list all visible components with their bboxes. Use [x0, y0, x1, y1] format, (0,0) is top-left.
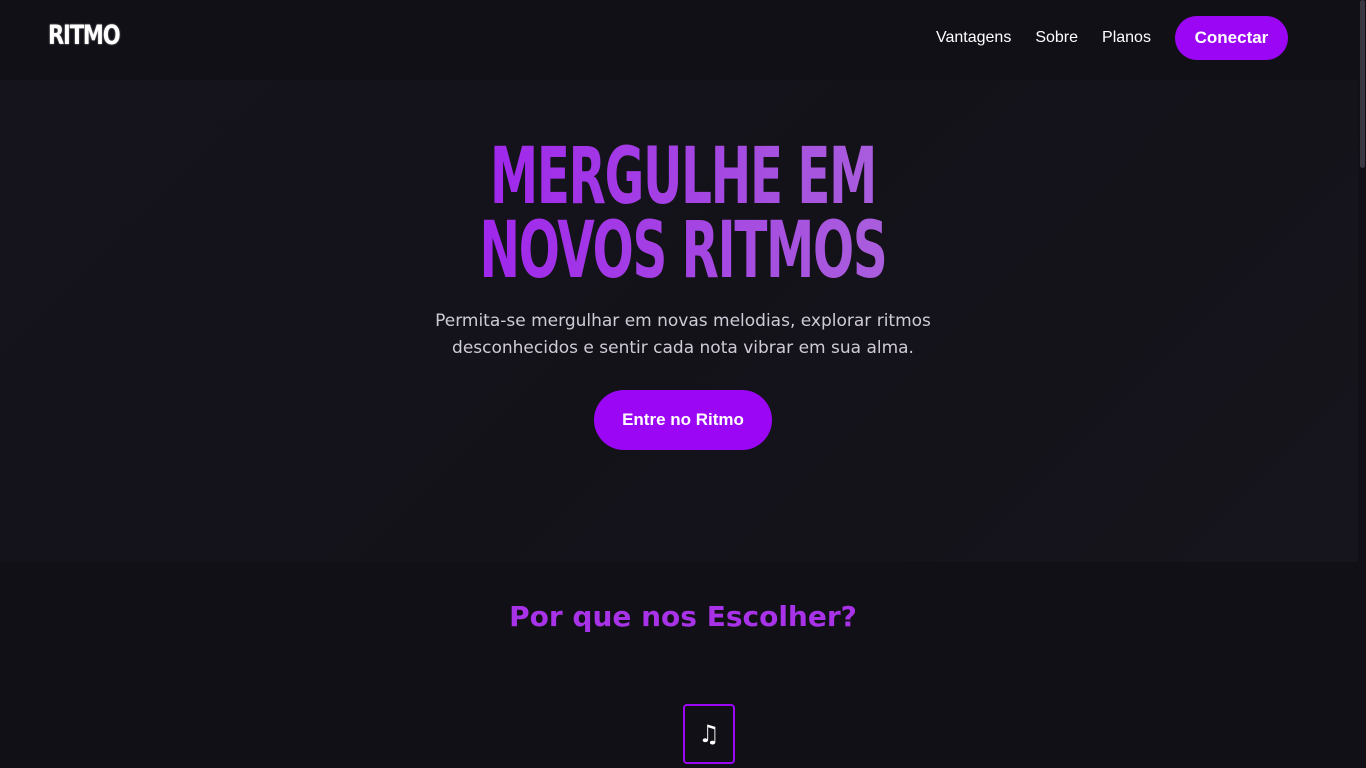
- hero-subtitle-line-2: desconhecidos e sentir cada nota vibrar …: [452, 338, 914, 358]
- main-nav: Vantagens Sobre Planos Conectar: [936, 16, 1288, 60]
- hero-subtitle: Permita-se mergulhar em novas melodias, …: [0, 308, 1366, 362]
- music-note-icon: ♫: [698, 720, 720, 748]
- hero-subtitle-line-1: Permita-se mergulhar em novas melodias, …: [435, 311, 931, 331]
- hero-section: MERGULHE EM NOVOS RITMOS Permita-se merg…: [0, 80, 1358, 562]
- site-header: RITMO Vantagens Sobre Planos Conectar: [0, 0, 1358, 80]
- nav-link-vantagens[interactable]: Vantagens: [936, 29, 1011, 47]
- nav-link-planos[interactable]: Planos: [1102, 29, 1151, 47]
- connect-button[interactable]: Conectar: [1174, 16, 1288, 60]
- hero-title: MERGULHE EM NOVOS RITMOS: [260, 140, 1107, 288]
- features-title: Por que nos Escolher?: [509, 600, 857, 633]
- nav-link-sobre[interactable]: Sobre: [1035, 29, 1078, 47]
- hero-title-line-1: MERGULHE EM: [489, 132, 877, 222]
- page-scrollbar[interactable]: [1358, 0, 1366, 768]
- scrollbar-thumb[interactable]: [1360, 0, 1365, 168]
- logo[interactable]: RITMO: [48, 20, 121, 51]
- enter-rhythm-button[interactable]: Entre no Ritmo: [594, 390, 772, 450]
- hero-title-line-2: NOVOS RITMOS: [479, 206, 887, 296]
- landing-page: RITMO Vantagens Sobre Planos Conectar ME…: [0, 0, 1366, 768]
- feature-card-icon-box: ♫: [683, 704, 735, 764]
